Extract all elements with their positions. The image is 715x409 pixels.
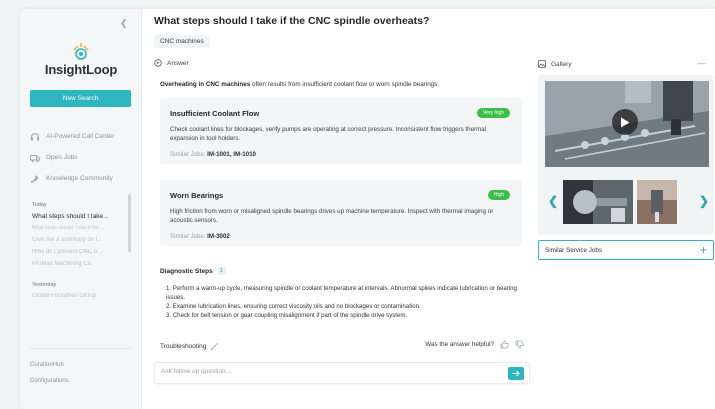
app-window: ❮ InsightLoop New Search AI-Powered Call… [20, 9, 715, 409]
cause-title: Worn Bearings [170, 191, 224, 200]
similar-jobs-ids[interactable]: IM-3002 [207, 233, 230, 240]
page-title: What steps should I take if the CNC spin… [154, 15, 430, 27]
answer-intro-text: often results from insufficient coolant … [250, 81, 440, 88]
sidebar-item-label: AI-Powered Call Center [46, 133, 115, 140]
gallery-label: Gallery [551, 60, 572, 68]
thumbs-up-icon[interactable] [500, 340, 509, 349]
expand-plus-icon[interactable]: + [700, 243, 707, 257]
feedback-area: Was the answer helpful? [425, 340, 524, 349]
sidebar-item-label: Open Jobs [46, 154, 78, 161]
sidebar-nav: AI-Powered Call Center Open Jobs Knowled… [30, 126, 134, 189]
configurations-link[interactable]: Configurations [30, 378, 69, 394]
similar-service-jobs-label: Similar Service Jobs [545, 247, 603, 254]
answer-panel: Overheating in CNC machines often result… [154, 74, 530, 357]
tool-image [637, 180, 677, 224]
collapse-sidebar-icon[interactable]: ❮ [120, 18, 128, 29]
answer-header: Answer [154, 59, 189, 67]
logo: InsightLoop [20, 43, 142, 77]
sidebar-item-knowledge-community[interactable]: Knowledge Community [30, 168, 134, 189]
new-search-button[interactable]: New Search [30, 90, 131, 107]
sidebar: ❮ InsightLoop New Search AI-Powered Call… [20, 9, 142, 409]
cause-card: Worn Bearings High High friction from wo… [160, 180, 522, 246]
gallery-panel: ❮ ❯ [538, 75, 714, 235]
sidebar-divider [30, 348, 131, 349]
similar-jobs-label: Similar Jobs: [170, 151, 206, 158]
likelihood-badge: Very high [477, 108, 510, 118]
cause-card: Insufficient Coolant Flow Very high Chec… [160, 98, 522, 164]
gallery-next-icon[interactable]: ❯ [699, 194, 709, 208]
cause-description: Check coolant lines for blockages, verif… [170, 126, 487, 142]
diagnostic-step: 2. Examine lubrication lines, ensuring c… [166, 303, 421, 310]
cnc-video-thumbnail[interactable] [545, 81, 709, 167]
similar-service-jobs-section[interactable]: Similar Service Jobs + [538, 240, 714, 260]
sidebar-item-label: Knowledge Community [46, 175, 113, 182]
diagnostic-step: 3. Check for belt tension or gear coupli… [166, 312, 408, 319]
play-icon [621, 117, 630, 127]
chat-bubble-icon [154, 59, 162, 67]
diagnostic-count-badge: 1 [216, 267, 226, 275]
diagnostic-steps-heading: Diagnostic Steps 1 [160, 267, 226, 275]
send-button[interactable] [508, 367, 524, 380]
diagnostic-steps-list: 1. Perform a warm-up cycle, measuring sp… [166, 284, 524, 320]
diagnostic-step: 1. Perform a warm-up cycle, measuring sp… [166, 285, 517, 301]
troubleshooting-link[interactable]: Troubleshooting [160, 342, 219, 351]
play-button[interactable] [612, 109, 638, 135]
history-item[interactable]: Global Foundries Group [32, 293, 126, 305]
cause-description: High friction from worn or misaligned sp… [170, 208, 494, 224]
gallery-header: Gallery [538, 60, 572, 68]
history-item[interactable]: What steps should I take... [32, 213, 126, 225]
logo-text: InsightLoop [44, 62, 118, 77]
history-item[interactable]: Give me a summary on f... [32, 237, 126, 249]
curationhub-link[interactable]: CurationHub [30, 362, 69, 378]
image-icon [538, 60, 546, 68]
search-history: Today What steps should I take... What s… [32, 202, 126, 305]
lathe-image [563, 180, 633, 224]
similar-jobs-label: Similar Jobs: [170, 233, 206, 240]
headset-icon [31, 132, 39, 140]
similar-jobs-line: Similar Jobs: IM-3002 [170, 233, 230, 240]
sidebar-item-call-center[interactable]: AI-Powered Call Center [30, 126, 134, 147]
thumbs-down-icon[interactable] [515, 340, 524, 349]
gallery-prev-icon[interactable]: ❮ [548, 194, 558, 208]
cause-title: Insufficient Coolant Flow [170, 109, 260, 118]
sidebar-item-open-jobs[interactable]: Open Jobs [30, 147, 134, 168]
history-item[interactable]: How do I prevent CNC o... [32, 249, 126, 261]
arrow-right-icon [512, 370, 520, 377]
gallery-thumbnail[interactable] [637, 180, 677, 224]
gallery-thumbnails [563, 180, 681, 224]
answer-intro: Overheating in CNC machines often result… [160, 81, 439, 88]
answer-label: Answer [167, 59, 189, 67]
history-scrollbar[interactable] [128, 194, 131, 252]
helpful-label: Was the answer helpful? [425, 341, 494, 348]
gallery-thumbnail[interactable] [563, 180, 633, 224]
follow-up-input[interactable] [161, 368, 481, 375]
topic-tag: CNC machines [154, 35, 210, 48]
truck-icon [30, 154, 40, 162]
history-yesterday-heading: Yesterday [32, 282, 57, 288]
diagnostic-steps-label: Diagnostic Steps [160, 267, 213, 275]
likelihood-badge: High [487, 190, 510, 200]
wand-icon [211, 342, 219, 351]
sidebar-bottom-links: CurationHub Configurations [30, 362, 69, 394]
history-item[interactable]: ProMax Machining Co. [32, 261, 126, 273]
similar-jobs-ids[interactable]: IM-1001, IM-1010 [207, 151, 256, 158]
follow-up-box [154, 362, 530, 384]
community-icon [31, 174, 39, 183]
history-item[interactable]: What steps should I take if the ... [32, 225, 126, 237]
similar-jobs-line: Similar Jobs: IM-1001, IM-1010 [170, 151, 256, 158]
logo-icon [73, 43, 89, 60]
answer-intro-bold: Overheating in CNC machines [160, 81, 251, 88]
troubleshooting-label: Troubleshooting [160, 343, 207, 350]
history-today-heading: Today [32, 202, 47, 208]
gallery-minimize-icon[interactable]: — [697, 59, 706, 68]
